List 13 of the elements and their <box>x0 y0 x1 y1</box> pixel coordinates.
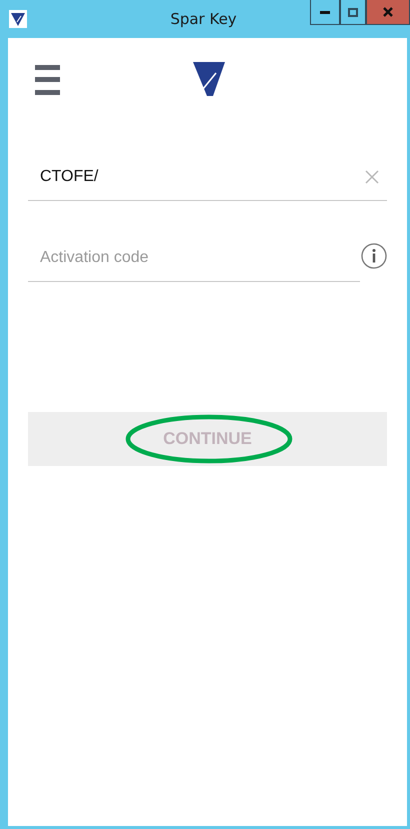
maximize-button[interactable] <box>340 0 366 25</box>
activation-code-field[interactable]: Activation code <box>28 249 360 267</box>
logo-icon <box>193 62 225 96</box>
info-icon[interactable] <box>361 243 387 269</box>
minimize-button[interactable] <box>310 0 340 25</box>
menu-icon[interactable] <box>35 65 60 95</box>
close-button[interactable] <box>366 0 410 25</box>
minimize-icon <box>320 10 330 14</box>
close-icon <box>383 7 393 17</box>
app-logo-icon <box>9 10 27 28</box>
username-field[interactable]: CTOFE/ <box>28 168 365 186</box>
maximize-icon <box>348 8 358 16</box>
window-title: Spar Key <box>170 10 237 28</box>
